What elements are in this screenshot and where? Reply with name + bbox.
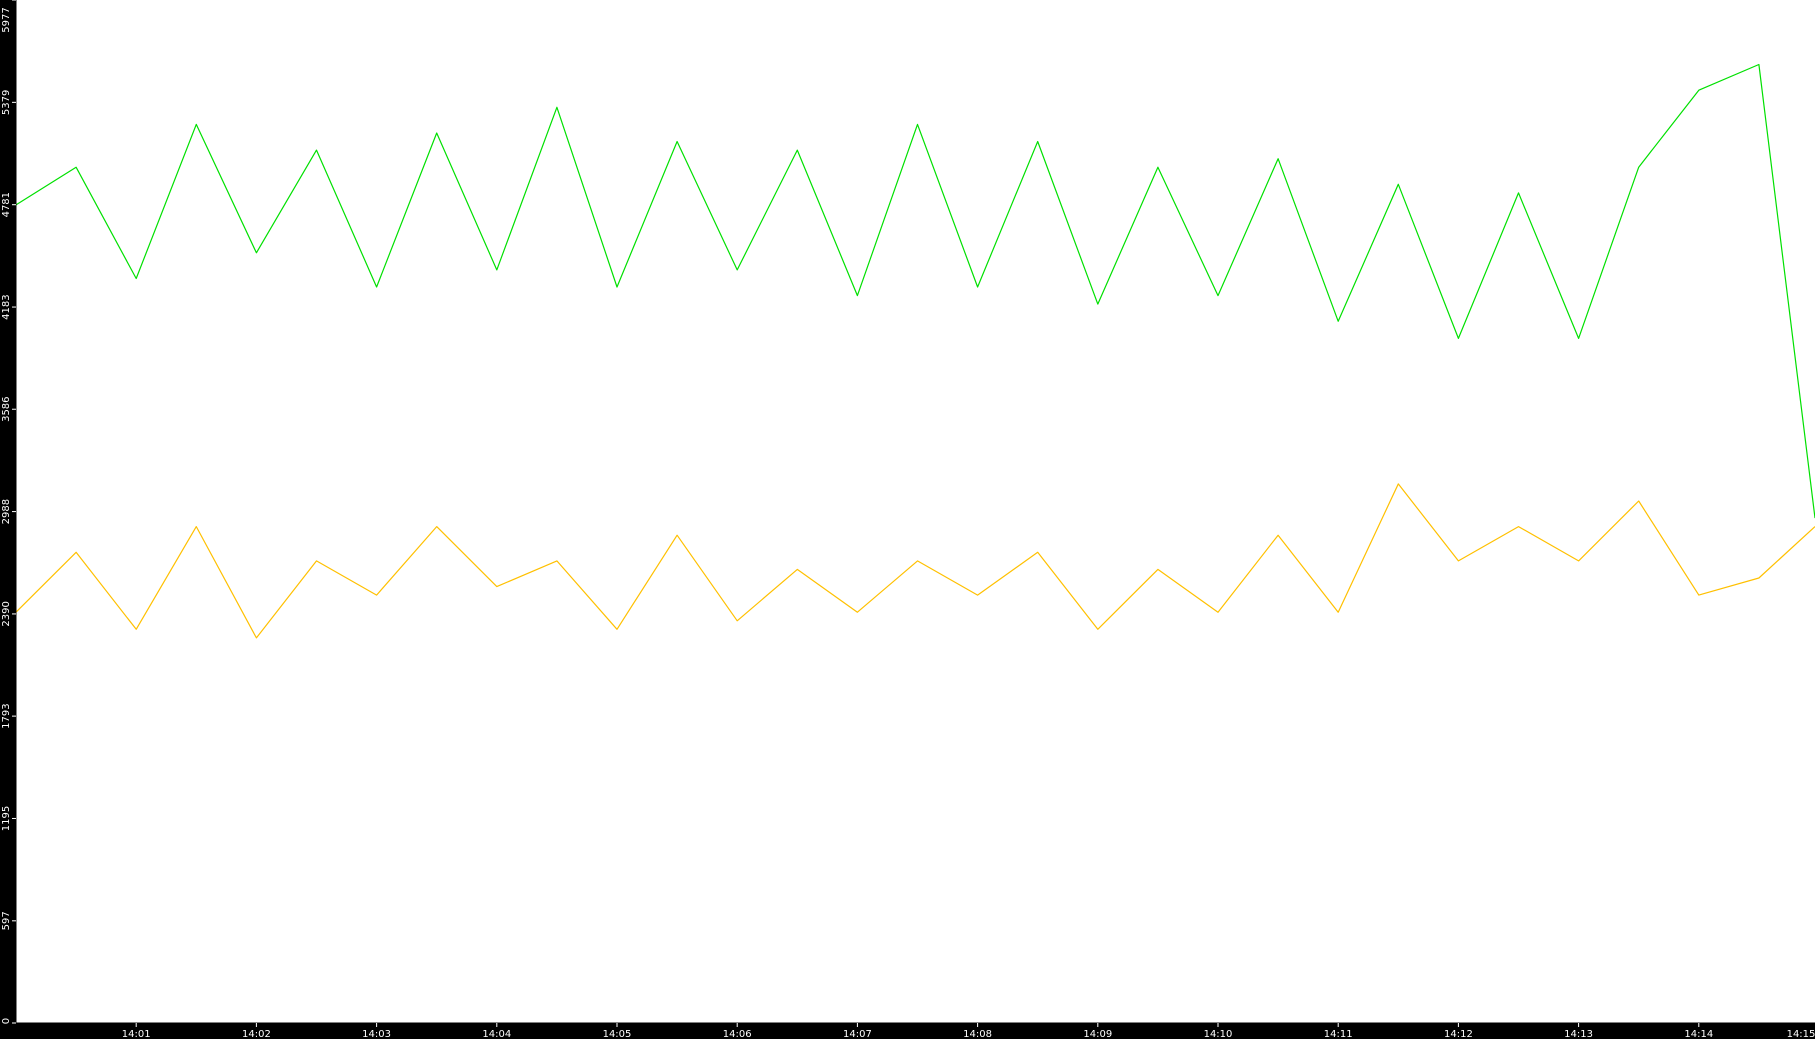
plot-area	[16, 0, 1815, 1023]
y-tick-label: 1793	[1, 703, 12, 728]
x-tick-label: 14:04	[482, 1029, 511, 1039]
y-tick-label: 5379	[1, 90, 12, 115]
y-tick-label: 3586	[1, 396, 12, 421]
x-tick-label: 14:11	[1324, 1029, 1353, 1039]
x-tick-label: 14:02	[242, 1029, 271, 1039]
y-tick-label: 4781	[1, 192, 12, 217]
y-tick-label: 597	[1, 911, 12, 930]
x-tick-label: 14:14	[1684, 1029, 1713, 1039]
x-tick-label: 14:12	[1444, 1029, 1473, 1039]
x-tick-label: 14:09	[1083, 1029, 1112, 1039]
line-chart: 0 597 1195 1793 2390 2988 3586 4183 4781 5379 5977…	[0, 0, 1815, 1039]
x-tick-label: 14:07	[843, 1029, 872, 1039]
y-tick-label: 2988	[1, 499, 12, 524]
x-tick-label: 14:08	[963, 1029, 992, 1039]
x-tick-label: 14:06	[723, 1029, 752, 1039]
x-tick-label: 14:15	[1787, 1029, 1815, 1039]
x-tick-label: 14:05	[603, 1029, 632, 1039]
y-tick-label: 1195	[1, 806, 12, 831]
y-tick-label: 4183	[1, 294, 12, 319]
y-tick-label: 0	[1, 1018, 12, 1024]
x-tick-label: 14:10	[1204, 1029, 1233, 1039]
x-tick-label: 14:03	[362, 1029, 391, 1039]
y-tick-label: 2390	[1, 601, 12, 626]
y-tick-label: 5977	[1, 7, 12, 32]
x-tick-label: 14:13	[1564, 1029, 1593, 1039]
x-tick-label: 14:01	[122, 1029, 151, 1039]
